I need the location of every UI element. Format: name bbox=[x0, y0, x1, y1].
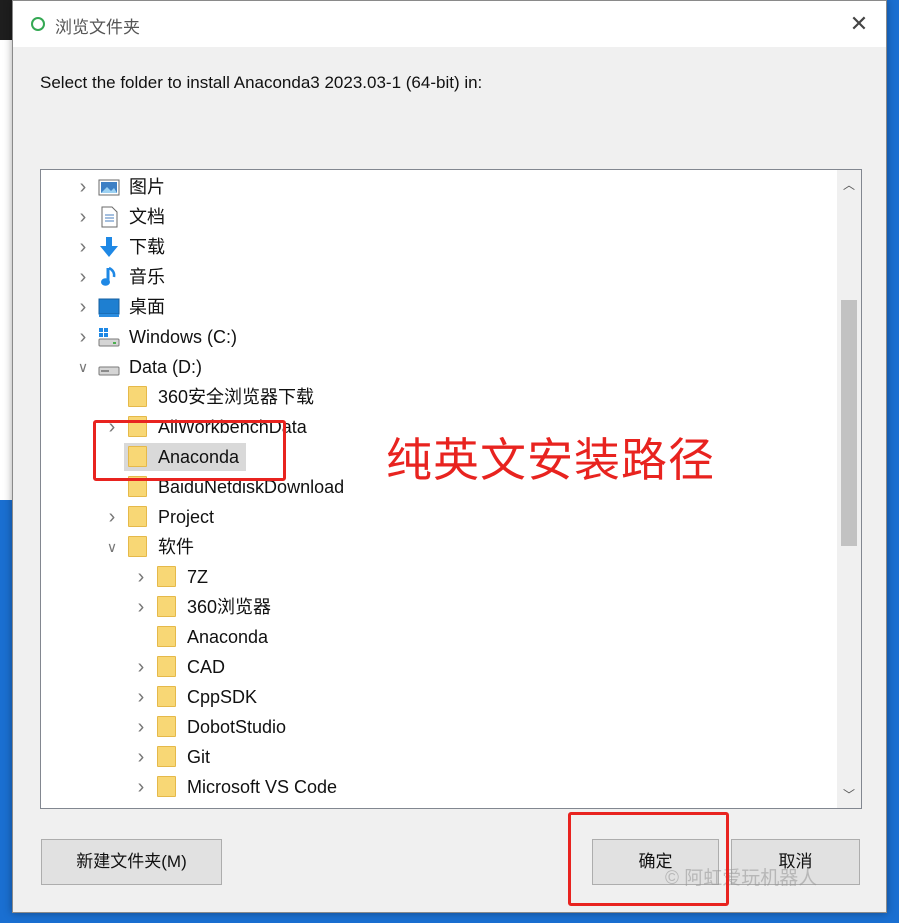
tree-item[interactable]: › 音乐 bbox=[41, 262, 836, 292]
titlebar: 浏览文件夹 ✕ bbox=[13, 1, 886, 47]
tree-item[interactable]: › 桌面 bbox=[41, 292, 836, 322]
dialog-title: 浏览文件夹 bbox=[55, 18, 140, 37]
chevron-right-icon[interactable]: › bbox=[133, 746, 149, 768]
tree-item-label: Data (D:) bbox=[129, 357, 203, 377]
chevron-right-icon[interactable]: › bbox=[133, 656, 149, 678]
tree-item-label: 桌面 bbox=[129, 297, 165, 317]
tree-item[interactable]: ∨ Data (D:) bbox=[41, 352, 836, 382]
chevron-right-icon[interactable]: › bbox=[75, 176, 91, 198]
scroll-up-arrow-icon[interactable]: ︿ bbox=[837, 174, 861, 196]
tree-item[interactable]: › CppSDK bbox=[41, 682, 836, 712]
tree-item-label: Windows (C:) bbox=[129, 327, 238, 347]
chevron-right-icon[interactable]: › bbox=[104, 506, 120, 528]
tree-item[interactable]: › 360浏览器 bbox=[41, 592, 836, 622]
chevron-right-icon[interactable]: › bbox=[75, 296, 91, 318]
tree-item[interactable]: › Git bbox=[41, 742, 836, 772]
windows-drive-icon bbox=[98, 326, 120, 348]
tree-scrollbar[interactable]: ︿ ﹀ bbox=[837, 170, 861, 808]
chevron-right-icon[interactable]: › bbox=[133, 686, 149, 708]
folder-icon bbox=[156, 716, 178, 738]
tree-item-label: 文档 bbox=[129, 207, 165, 227]
tree-item-label: Anaconda bbox=[187, 627, 269, 647]
folder-icon bbox=[156, 746, 178, 768]
chevron-right-icon[interactable]: › bbox=[133, 716, 149, 738]
tree-item[interactable]: ∨ 软件 bbox=[41, 532, 836, 562]
chevron-right-icon[interactable]: › bbox=[75, 206, 91, 228]
chevron-right-icon[interactable]: › bbox=[75, 236, 91, 258]
drive-icon bbox=[98, 356, 120, 378]
tree-item-label: 360浏览器 bbox=[187, 597, 272, 617]
desktop-icon bbox=[98, 296, 120, 318]
downloads-icon bbox=[98, 236, 120, 258]
tree-item[interactable]: › 图片 bbox=[41, 172, 836, 202]
folder-icon bbox=[156, 626, 178, 648]
folder-icon bbox=[127, 386, 149, 408]
folder-icon bbox=[156, 776, 178, 798]
tree-item[interactable]: 360安全浏览器下载 bbox=[41, 382, 836, 412]
close-button[interactable]: ✕ bbox=[844, 9, 874, 39]
documents-icon bbox=[98, 206, 120, 228]
folder-icon bbox=[156, 656, 178, 678]
app-ring-icon bbox=[31, 17, 45, 31]
chevron-down-icon[interactable]: ∨ bbox=[104, 536, 120, 558]
tree-item[interactable]: › 文档 bbox=[41, 202, 836, 232]
tree-item[interactable]: › 7Z bbox=[41, 562, 836, 592]
tree-item-label: Microsoft VS Code bbox=[187, 777, 338, 797]
tree-item[interactable]: › Microsoft VS Code bbox=[41, 772, 836, 802]
anaconda-highlight-box bbox=[93, 420, 286, 481]
scroll-down-arrow-icon[interactable]: ﹀ bbox=[837, 784, 861, 806]
scrollbar-thumb[interactable] bbox=[841, 300, 857, 546]
folder-icon bbox=[156, 596, 178, 618]
tree-item[interactable]: › CAD bbox=[41, 652, 836, 682]
tree-item-label: 360安全浏览器下载 bbox=[158, 387, 315, 407]
pictures-icon bbox=[98, 176, 120, 198]
tree-item[interactable]: Anaconda bbox=[41, 622, 836, 652]
chevron-right-icon[interactable]: › bbox=[133, 596, 149, 618]
music-icon bbox=[98, 266, 120, 288]
tree-item-label: Project bbox=[158, 507, 215, 527]
chevron-down-icon[interactable]: ∨ bbox=[75, 356, 91, 378]
tree-item-label: CppSDK bbox=[187, 687, 258, 707]
tree-item[interactable]: › 下载 bbox=[41, 232, 836, 262]
chevron-right-icon[interactable]: › bbox=[75, 266, 91, 288]
tree-item-label: DobotStudio bbox=[187, 717, 287, 737]
folder-icon bbox=[156, 686, 178, 708]
tree-item-label: 下载 bbox=[129, 237, 165, 257]
tree-item[interactable]: › DobotStudio bbox=[41, 712, 836, 742]
chevron-right-icon[interactable]: › bbox=[133, 776, 149, 798]
chevron-right-icon[interactable]: › bbox=[133, 566, 149, 588]
tree-item-label: 7Z bbox=[187, 567, 209, 587]
new-folder-button[interactable]: 新建文件夹(M) bbox=[41, 839, 222, 885]
tree-item-label: 音乐 bbox=[129, 267, 165, 287]
ok-highlight-box bbox=[568, 812, 729, 906]
dialog-prompt: Select the folder to install Anaconda3 2… bbox=[40, 73, 483, 92]
tree-item-label: 图片 bbox=[129, 177, 165, 197]
tree-item[interactable]: › Windows (C:) bbox=[41, 322, 836, 352]
folder-icon bbox=[127, 536, 149, 558]
tree-item-label: CAD bbox=[187, 657, 226, 677]
folder-icon bbox=[156, 566, 178, 588]
tree-item-label: 软件 bbox=[158, 537, 194, 557]
tree-item[interactable]: › Project bbox=[41, 502, 836, 532]
annotation-text: 纯英文安装路径 bbox=[386, 434, 715, 486]
chevron-right-icon[interactable]: › bbox=[75, 326, 91, 348]
folder-icon bbox=[127, 506, 149, 528]
tree-item-label: Git bbox=[187, 747, 211, 767]
